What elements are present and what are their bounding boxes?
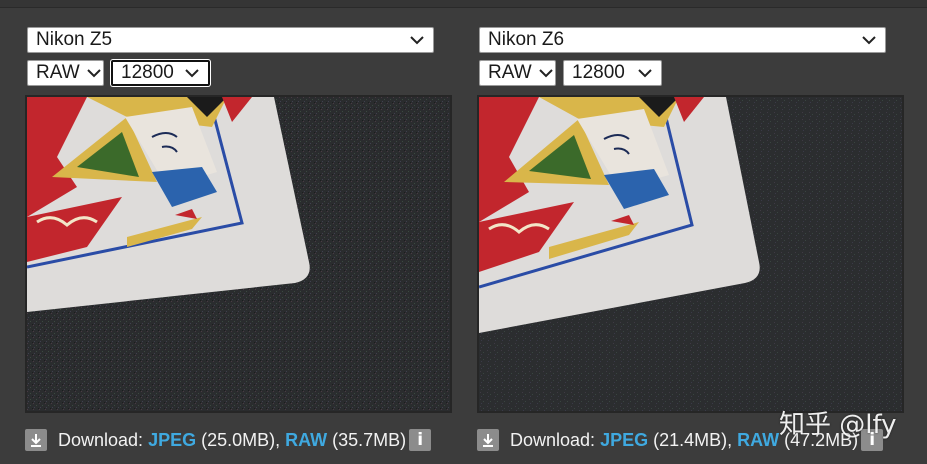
iso-select[interactable]: 12800	[111, 60, 210, 86]
chevron-down-icon	[409, 32, 425, 48]
iso-select-value: 12800	[572, 62, 625, 83]
camera-select-value: Nikon Z5	[36, 29, 113, 50]
download-label: Download:	[58, 429, 144, 450]
jpeg-download-link[interactable]: JPEG	[148, 430, 196, 451]
format-select-value: RAW	[488, 62, 532, 83]
chevron-down-icon	[86, 65, 102, 81]
raw-size: (35.7MB)	[332, 429, 407, 450]
chevron-down-icon	[637, 65, 653, 81]
info-icon[interactable]: i	[409, 429, 432, 451]
comparison-pane-right: Nikon Z6 RAW 12800 Download: JPEG (21.4M…	[477, 0, 907, 464]
camera-select[interactable]: Nikon Z5	[27, 27, 434, 53]
chevron-down-icon	[538, 65, 554, 81]
format-select-value: RAW	[36, 62, 80, 83]
chevron-down-icon	[861, 32, 877, 48]
sample-image[interactable]	[477, 95, 904, 413]
download-icon[interactable]	[477, 429, 499, 451]
jpeg-size: (21.4MB),	[653, 429, 733, 450]
camera-select-value: Nikon Z6	[488, 29, 565, 50]
comparison-pane-left: Nikon Z5 RAW 12800 Download: JPEG (25.0M…	[25, 0, 455, 464]
download-row: Download: JPEG (25.0MB), RAW (35.7MB) i	[25, 426, 455, 454]
iso-select-value: 12800	[121, 62, 174, 83]
sample-image[interactable]	[25, 95, 452, 413]
download-label: Download:	[510, 429, 596, 450]
chevron-down-icon	[184, 65, 200, 81]
raw-download-link[interactable]: RAW	[737, 430, 779, 451]
download-icon[interactable]	[25, 429, 47, 451]
iso-select[interactable]: 12800	[563, 60, 662, 86]
jpeg-download-link[interactable]: JPEG	[600, 430, 648, 451]
watermark: 知乎 @lfy	[779, 410, 897, 440]
format-select[interactable]: RAW	[27, 60, 104, 86]
format-select[interactable]: RAW	[479, 60, 556, 86]
jpeg-size: (25.0MB),	[201, 429, 281, 450]
raw-download-link[interactable]: RAW	[285, 430, 327, 451]
camera-select[interactable]: Nikon Z6	[479, 27, 886, 53]
